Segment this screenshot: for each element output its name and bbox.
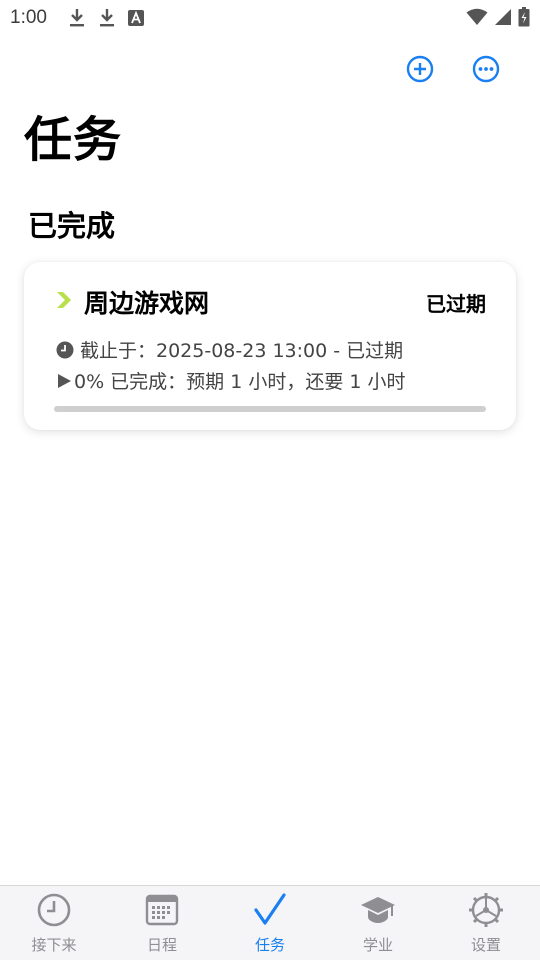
tab-tasks[interactable]: 任务 [216,886,324,960]
clock-icon [56,341,74,358]
status-bar: 1:00 [0,0,540,36]
download-icon [70,9,84,27]
wifi-icon [466,8,488,25]
font-icon [128,10,144,26]
tab-label: 日程 [146,936,177,954]
task-card[interactable]: 周边游戏网 已过期 截止于：2025-08-23 13:00 - 已过期 0% … [24,262,516,430]
tab-settings[interactable]: 设置 [432,886,540,960]
chevron-right-icon [57,292,71,308]
task-status-badge: 已过期 [426,292,486,316]
checkmark-icon [254,893,286,925]
download-icon [100,9,114,27]
tab-academics[interactable]: 学业 [324,886,432,960]
play-icon [58,373,71,388]
bottom-tab-bar: 接下来 日程 任务 学业 设置 [0,885,540,960]
gear-icon [469,893,503,927]
section-title: 已完成 [28,209,116,243]
task-due-text: 截止于：2025-08-23 13:00 - 已过期 [80,340,404,362]
task-progress-bar [54,406,486,412]
task-progress-row: 0% 已完成：预期 1 小时，还要 1 小时 [56,367,406,394]
battery-icon [518,7,530,27]
tab-label: 设置 [470,936,501,954]
page-title: 任务 [24,112,123,168]
task-due-row: 截止于：2025-08-23 13:00 - 已过期 [56,336,403,363]
tab-label: 接下来 [31,936,77,954]
tab-label: 学业 [362,936,393,954]
graduation-cap-icon [361,897,395,923]
signal-icon [495,9,511,25]
tab-label: 任务 [254,936,285,954]
status-time: 1:00 [10,7,47,28]
tab-next[interactable]: 接下来 [0,886,108,960]
task-progress-text: 0% 已完成：预期 1 小时，还要 1 小时 [74,371,406,393]
task-title: 周边游戏网 [84,289,210,318]
clock-icon [37,893,71,927]
calendar-icon [145,894,179,926]
tab-schedule[interactable]: 日程 [108,886,216,960]
add-icon[interactable] [406,55,434,83]
more-icon[interactable] [472,55,500,83]
header-actions [406,55,500,83]
